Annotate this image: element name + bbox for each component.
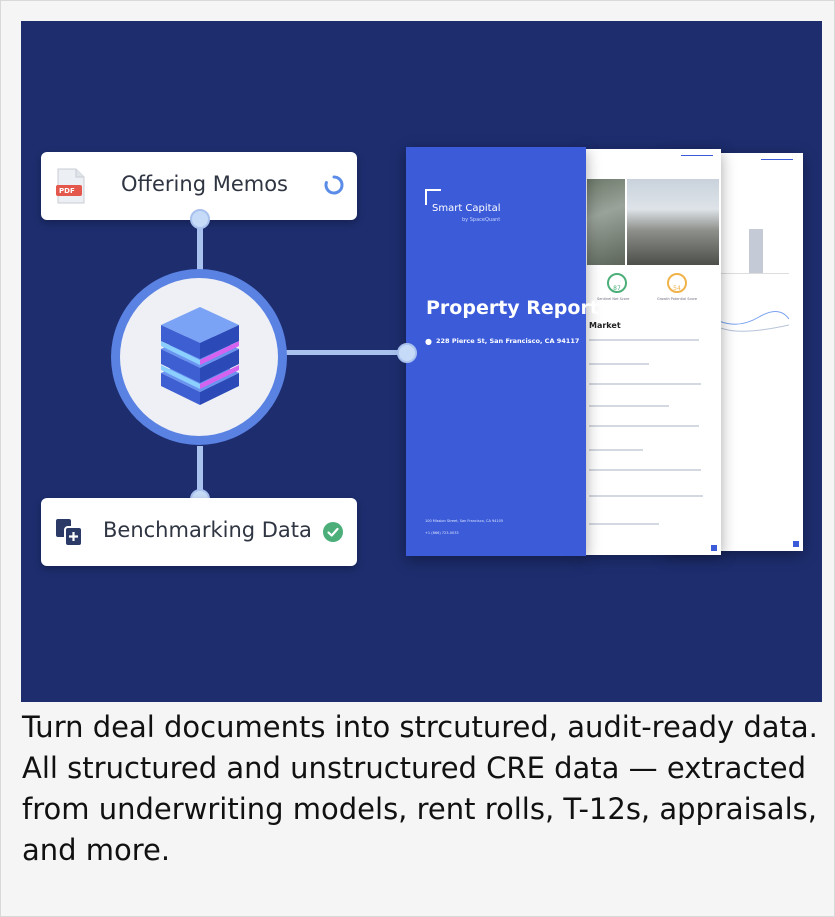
report-cover: Smart Capital by SpaceQuant Property Rep… <box>406 147 599 556</box>
property-photo-street <box>627 179 719 265</box>
connector-dot-right <box>397 343 417 363</box>
report-address: 228 Pierce St, San Francisco, CA 94117 <box>436 337 580 345</box>
feature-caption: Turn deal documents into strcutured, aud… <box>22 710 818 867</box>
brand-name: Smart Capital <box>432 203 501 214</box>
score-ring-2: 54 <box>667 273 687 293</box>
location-pin-icon: ● <box>425 337 432 346</box>
page3-logo <box>761 159 793 170</box>
database-stack-icon <box>157 307 243 411</box>
market-bullets <box>589 339 709 539</box>
loading-spinner-icon <box>323 174 345 200</box>
connector-right <box>283 350 409 355</box>
office-address: 100 Mission Street, San Francisco, CA 94… <box>425 519 504 523</box>
brand-sub: by SpaceQuant <box>462 217 501 223</box>
documents-add-icon <box>55 518 85 552</box>
score-ring-1: 87 <box>607 273 627 293</box>
score-2-value: 54 <box>673 285 681 292</box>
check-circle-icon <box>323 522 343 546</box>
office-phone: +1 (866) 723-0033 <box>425 531 459 535</box>
benchmarking-data-card: Benchmarking Data <box>41 498 357 566</box>
property-photo-aerial <box>587 179 625 265</box>
hero-illustration: PDF Offering Memos Benchmarking Data 87 … <box>21 21 822 702</box>
report-page-1: 87 Sentinel Net Score 54 Growth Potentia… <box>581 149 721 555</box>
page1-logo <box>681 155 713 166</box>
report-title: Property Report <box>426 297 599 319</box>
page3-footer-badge <box>793 541 799 547</box>
feature-card: PDF Offering Memos Benchmarking Data 87 … <box>0 0 835 917</box>
score-1-label: Sentinel Net Score <box>597 297 630 301</box>
page3-bar <box>749 229 763 273</box>
offering-memos-label: Offering Memos <box>121 172 288 196</box>
benchmarking-data-label: Benchmarking Data <box>103 518 312 542</box>
page1-footer-badge <box>711 545 717 551</box>
connector-dot-top <box>190 209 210 229</box>
score-1-value: 87 <box>613 285 621 292</box>
score-2-label: Growth Potential Score <box>657 297 698 301</box>
pdf-file-icon: PDF <box>56 168 86 204</box>
market-heading: Market <box>589 321 621 330</box>
pdf-badge-label: PDF <box>59 187 75 195</box>
